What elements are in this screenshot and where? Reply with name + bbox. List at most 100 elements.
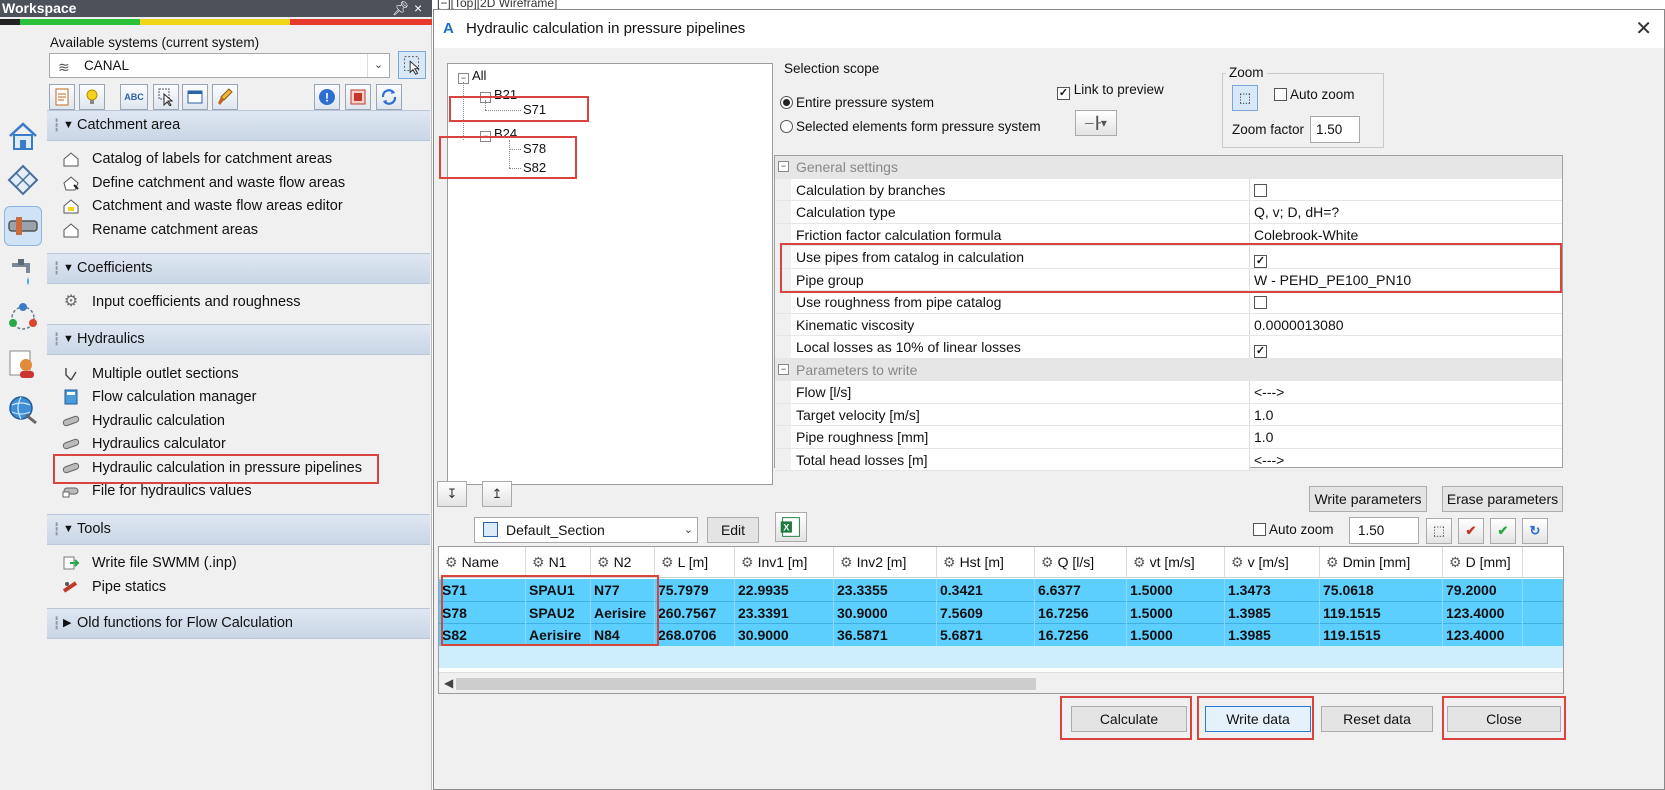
table-cell[interactable]: Aerisire xyxy=(526,624,591,647)
property-value[interactable]: 1.0 xyxy=(1251,404,1273,426)
property-value[interactable] xyxy=(1251,291,1267,313)
column-header[interactable]: ⚙ N2 xyxy=(591,547,655,578)
menu-item-hydraulics-calculator[interactable]: Hydraulics calculator xyxy=(60,433,226,455)
network-icon[interactable] xyxy=(4,298,42,338)
auto-zoom-checkbox[interactable]: Auto zoom xyxy=(1274,87,1355,102)
radio-entire-system[interactable]: Entire pressure system xyxy=(780,95,934,110)
close-button[interactable]: Close xyxy=(1447,706,1561,732)
checkbox-checked-icon[interactable]: ✓ xyxy=(1254,255,1267,268)
pin-icon[interactable]: 📌︎ xyxy=(392,0,410,16)
section-catchment-area[interactable]: ┇ ▼ Catchment area xyxy=(47,110,430,141)
radio-checked-icon[interactable] xyxy=(780,96,793,109)
new-row[interactable] xyxy=(439,646,1563,668)
check-red-icon[interactable]: ✔ xyxy=(1458,518,1484,544)
table-cell[interactable]: 268.0706 xyxy=(655,624,735,647)
property-row[interactable]: Total head losses [m] <---> xyxy=(775,448,1562,471)
edit-button[interactable]: Edit xyxy=(707,517,759,543)
pipeline-tree[interactable]: − All − B21 S71 − B24 S78 S82 xyxy=(447,63,773,485)
checkbox-unchecked-icon[interactable] xyxy=(1254,183,1267,197)
table-cell[interactable]: S78 xyxy=(439,601,526,624)
radio-unchecked-icon[interactable] xyxy=(780,120,793,133)
menu-item-pipe-statics[interactable]: Pipe statics xyxy=(60,576,166,598)
property-value[interactable]: 0.0000013080 xyxy=(1251,314,1344,336)
column-header[interactable]: ⚙ vt [m/s] xyxy=(1127,547,1225,578)
table-cell[interactable]: 30.9000 xyxy=(735,624,834,647)
menu-item-rename-catchment[interactable]: Rename catchment areas xyxy=(60,219,258,241)
table-cell[interactable]: 23.3355 xyxy=(834,579,937,602)
table-cell[interactable]: Aerisire xyxy=(591,601,655,624)
calculate-button[interactable]: Calculate xyxy=(1071,706,1187,732)
table-cell[interactable]: 22.9935 xyxy=(735,579,834,602)
column-header[interactable]: ⚙ N1 xyxy=(526,547,591,578)
pipe-icon[interactable] xyxy=(4,206,42,246)
label-abc-icon[interactable]: ABC xyxy=(120,84,148,110)
zoom-factor-input[interactable]: 1.50 xyxy=(1310,116,1360,143)
column-header[interactable]: ⚙ Q [l/s] xyxy=(1035,547,1127,578)
tree-leaf-s78[interactable]: S78 xyxy=(523,141,546,156)
chevron-down-icon[interactable]: ⌄ xyxy=(684,518,693,542)
table-cell[interactable]: 119.1515 xyxy=(1320,624,1443,647)
property-value[interactable]: Q, v; D, dH=? xyxy=(1251,201,1339,223)
table-cell[interactable]: 123.4000 xyxy=(1443,601,1523,624)
table-cell[interactable]: 5.6871 xyxy=(937,624,1035,647)
menu-item-hydraulic-calculation[interactable]: Hydraulic calculation xyxy=(60,410,225,432)
collapse-icon[interactable]: − xyxy=(480,131,491,142)
table-cell[interactable]: SPAU2 xyxy=(526,601,591,624)
property-value[interactable]: W - PEHD_PE100_PN10 xyxy=(1251,269,1411,291)
table-cell[interactable]: 1.5000 xyxy=(1127,624,1225,647)
checkbox-checked-icon[interactable]: ✓ xyxy=(1057,87,1070,100)
menu-item-flow-calculation-manager[interactable]: Flow calculation manager xyxy=(60,386,256,408)
property-row[interactable]: Target velocity [m/s] 1.0 xyxy=(775,403,1562,426)
table-row[interactable]: S71 SPAU1 N77 75.7979 22.9935 23.3355 0.3421 6.… xyxy=(439,579,1563,602)
zoom-window-icon[interactable]: ⬚ xyxy=(1426,518,1452,544)
chevron-down-icon[interactable]: ⌄ xyxy=(367,54,389,77)
section-old-functions[interactable]: ┇ ▶ Old functions for Flow Calculation xyxy=(47,608,430,639)
property-value[interactable]: 1.0 xyxy=(1251,426,1273,448)
link-to-preview-checkbox[interactable]: ✓ Link to preview xyxy=(1057,82,1164,100)
table-cell[interactable]: 1.5000 xyxy=(1127,579,1225,602)
zoom-window-icon[interactable]: ⬚ xyxy=(1232,85,1258,111)
lightbulb-icon[interactable] xyxy=(79,84,105,110)
property-value[interactable] xyxy=(1251,179,1267,201)
select-cursor-icon[interactable] xyxy=(153,84,179,110)
pick-system-button[interactable] xyxy=(398,51,426,79)
house-icon[interactable] xyxy=(4,116,42,156)
menu-item-define-catchment[interactable]: Define catchment and waste flow areas xyxy=(60,172,345,194)
table-row[interactable]: S78 SPAU2 Aerisire 260.7567 23.3391 30.9000 7.… xyxy=(439,601,1563,624)
table-cell[interactable]: 16.7256 xyxy=(1035,601,1127,624)
property-row[interactable]: Calculation type Q, v; D, dH=? xyxy=(775,201,1562,224)
table-cell[interactable]: 119.1515 xyxy=(1320,601,1443,624)
property-row[interactable]: Friction factor calculation formula Coleb… xyxy=(775,223,1562,246)
menu-item-multiple-outlet[interactable]: Multiple outlet sections xyxy=(60,363,239,385)
property-value[interactable]: <---> xyxy=(1251,449,1284,471)
catchment-grid-icon[interactable] xyxy=(4,160,42,200)
dialog-close-icon[interactable]: ✕ xyxy=(1635,10,1652,48)
table-cell[interactable]: 7.5609 xyxy=(937,601,1035,624)
property-row[interactable]: Flow [l/s] <---> xyxy=(775,381,1562,404)
property-row[interactable]: Pipe group W - PEHD_PE100_PN10 xyxy=(775,268,1562,291)
column-header[interactable]: ⚙ Name xyxy=(439,547,526,578)
radio-selected-elements[interactable]: Selected elements form pressure system xyxy=(780,119,1041,134)
column-header[interactable]: ⚙ D [mm] xyxy=(1443,547,1523,578)
system-select[interactable]: ≋ CANAL ⌄ xyxy=(49,53,390,78)
menu-item-catalog-labels[interactable]: Catalog of labels for catchment areas xyxy=(60,148,332,170)
table-cell[interactable]: 6.6377 xyxy=(1035,579,1127,602)
column-header[interactable]: ⚙ Inv1 [m] xyxy=(735,547,834,578)
info-icon[interactable]: ! xyxy=(314,84,340,110)
column-header[interactable]: ⚙ L [m] xyxy=(655,547,735,578)
property-value[interactable]: <---> xyxy=(1251,381,1284,403)
table-cell[interactable]: 0.3421 xyxy=(937,579,1035,602)
menu-item-write-swmm[interactable]: Write file SWMM (.inp) xyxy=(60,552,237,574)
section-tools[interactable]: ┇ ▼ Tools xyxy=(47,514,430,545)
pick-elements-dropdown[interactable]: ─┠▾ xyxy=(1075,110,1117,136)
property-row[interactable]: Local losses as 10% of linear losses ✓ xyxy=(775,336,1562,359)
table-cell[interactable]: SPAU1 xyxy=(526,579,591,602)
checkbox-checked-icon[interactable]: ✓ xyxy=(1254,345,1267,358)
table-cell[interactable]: 1.5000 xyxy=(1127,601,1225,624)
property-category-general[interactable]: − General settings xyxy=(775,156,1562,179)
table-cell[interactable]: 260.7567 xyxy=(655,601,735,624)
horizontal-scrollbar[interactable]: ◀ xyxy=(439,672,1563,693)
workspace-close-button[interactable]: × xyxy=(414,0,422,16)
collapse-icon[interactable]: − xyxy=(778,363,789,375)
tree-node-b24[interactable]: − B24 xyxy=(480,126,517,142)
